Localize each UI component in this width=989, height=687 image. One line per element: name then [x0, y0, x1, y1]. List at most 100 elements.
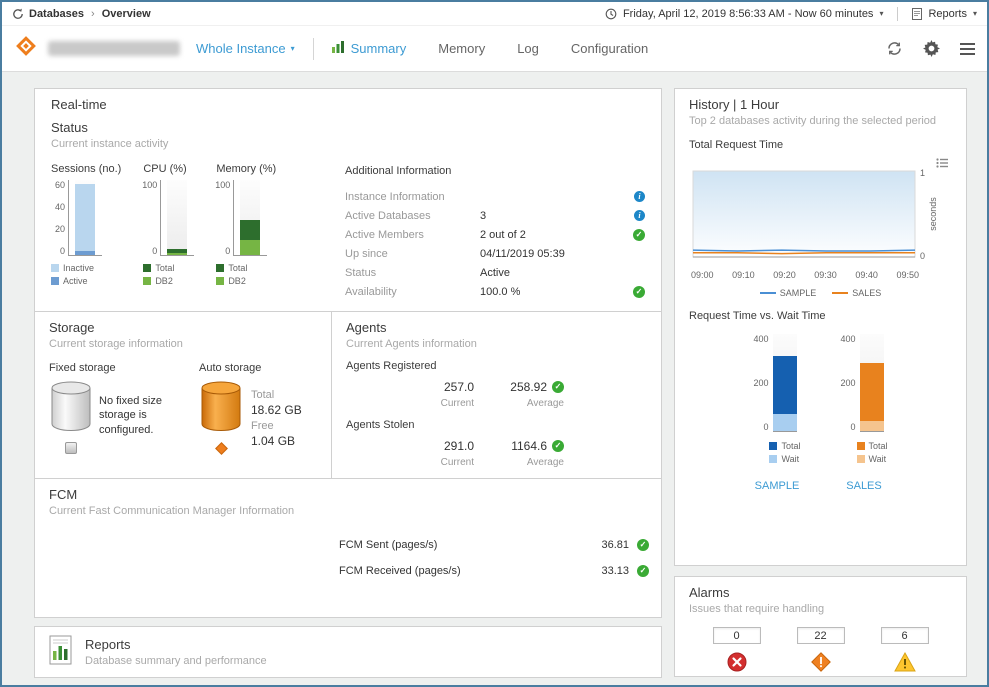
tab-label: Memory — [438, 41, 485, 56]
memory-chart[interactable]: Memory (%) 1000 Total DB2 — [216, 163, 276, 301]
y-axis: 4002000 — [841, 334, 860, 432]
chevron-down-icon: ▾ — [291, 44, 295, 53]
fatal-alarms: 0 — [713, 627, 761, 677]
tab-bar: Summary Memory Log Configuration — [332, 41, 649, 56]
legend-label: Total — [228, 263, 247, 273]
reports-icon — [49, 635, 75, 670]
clock-icon — [605, 8, 617, 20]
memory-legend: Total DB2 — [216, 263, 276, 286]
tab-label: Log — [517, 41, 539, 56]
left-column: Real-time Status Current instance activi… — [34, 88, 662, 677]
alarm-counts-row: 0 22 — [689, 627, 952, 677]
breadcrumb-item-databases[interactable]: Databases — [29, 8, 84, 20]
tab-configuration[interactable]: Configuration — [571, 41, 648, 56]
auto-storage-warning-icon — [215, 442, 228, 455]
fcm-panel: FCM Current Fast Communication Manager I… — [34, 478, 662, 618]
right-column: History | 1 Hour Top 2 databases activit… — [674, 88, 967, 677]
breadcrumb-separator: › — [91, 8, 95, 20]
alarms-panel: Alarms Issues that require handling 0 — [674, 576, 967, 677]
additional-information: Additional Information Instance Informat… — [345, 165, 645, 301]
sessions-chart[interactable]: Sessions (no.) 6040200 Inactive Active — [51, 163, 121, 301]
info-row-active-databases: Active Databases 3 — [345, 206, 645, 225]
tab-label: Summary — [351, 41, 407, 56]
breadcrumb: Databases › Overview — [12, 8, 151, 20]
info-icon[interactable] — [634, 210, 645, 221]
legend-swatch — [51, 277, 59, 285]
ok-status-icon — [552, 381, 564, 393]
panel-description: Issues that require handling — [689, 603, 952, 615]
sample-stacked-bar[interactable] — [773, 334, 797, 432]
agents-registered-label: Agents Registered — [346, 360, 647, 372]
scope-selector[interactable]: Whole Instance ▾ — [196, 41, 295, 56]
gear-icon[interactable] — [923, 40, 940, 57]
fatal-alarm-count[interactable]: 0 — [713, 627, 761, 644]
realtime-charts-row: Sessions (no.) 6040200 Inactive Active — [51, 163, 645, 301]
sales-database-link[interactable]: SALES — [841, 480, 888, 492]
panel-description: Database summary and performance — [85, 655, 267, 667]
fatal-icon[interactable] — [727, 652, 747, 677]
request-vs-wait-charts: 4002000 Total Wait SAMPLE — [689, 334, 952, 492]
legend-swatch — [769, 455, 777, 463]
panel-title: Storage — [49, 320, 317, 335]
cpu-legend: Total DB2 — [143, 263, 194, 286]
header: Whole Instance ▾ Summary Memory Log Conf… — [2, 26, 987, 72]
instance-logo-icon — [14, 34, 38, 63]
chevron-down-icon[interactable]: ▾ — [879, 9, 883, 18]
legend-swatch — [857, 455, 865, 463]
reports-menu[interactable]: Reports — [928, 8, 967, 20]
divider — [897, 7, 898, 21]
svg-text:0: 0 — [920, 251, 925, 261]
cpu-plot — [160, 180, 194, 256]
legend-swatch — [857, 442, 865, 450]
history-back-icon[interactable] — [12, 8, 24, 20]
tab-label: Configuration — [571, 41, 648, 56]
critical-alarm-count[interactable]: 22 — [797, 627, 845, 644]
warning-icon[interactable] — [894, 652, 916, 677]
x-axis: 09:0009:1009:2009:3009:4009:50 — [691, 270, 919, 280]
y-axis: 4002000 — [753, 334, 772, 432]
legend-swatch — [216, 264, 224, 272]
panel-description: Top 2 databases activity during the sele… — [689, 115, 952, 127]
cpu-chart[interactable]: CPU (%) 1000 Total DB2 — [143, 163, 194, 301]
legend-label: Total — [781, 441, 800, 451]
agents-stolen-values: 291.0 Current 1164.6 Average — [416, 439, 647, 468]
sales-stacked-bar[interactable] — [860, 334, 884, 432]
fcm-received-value: 33.13 — [601, 565, 629, 577]
warning-alarm-count[interactable]: 6 — [881, 627, 929, 644]
legend-label: Total — [869, 441, 888, 451]
sales-legend: Total Wait — [857, 441, 888, 464]
summary-chart-icon — [332, 41, 345, 56]
tab-summary[interactable]: Summary — [332, 41, 407, 56]
total-request-time-chart[interactable]: 1 0 seconds 09:0009:1009:2009:3009:4009:… — [689, 165, 952, 298]
tab-log[interactable]: Log — [517, 41, 539, 56]
realtime-panel: Real-time Status Current instance activi… — [34, 88, 662, 312]
info-icon[interactable] — [634, 191, 645, 202]
report-icon — [912, 8, 922, 20]
legend-label: Total — [155, 263, 174, 273]
memory-plot — [233, 180, 267, 256]
auto-storage-values: Total 18.62 GB Free 1.04 GB — [251, 386, 302, 453]
legend-label: Wait — [781, 454, 799, 464]
chevron-down-icon[interactable]: ▾ — [973, 9, 977, 18]
timerange-selector[interactable]: Friday, April 12, 2019 8:56:33 AM - Now … — [623, 8, 873, 20]
ok-status-icon — [637, 539, 649, 551]
reports-panel[interactable]: Reports Database summary and performance — [34, 626, 662, 678]
status-heading: Status — [51, 120, 645, 135]
panel-title: Reports — [85, 637, 267, 652]
legend-label: DB2 — [228, 276, 246, 286]
chart-title: Sessions (no.) — [51, 163, 121, 175]
sessions-plot — [68, 180, 102, 256]
scope-label: Whole Instance — [196, 41, 286, 56]
history-panel: History | 1 Hour Top 2 databases activit… — [674, 88, 967, 566]
critical-icon[interactable] — [811, 652, 831, 677]
chart-title: Memory (%) — [216, 163, 276, 175]
refresh-icon[interactable] — [886, 40, 903, 57]
chart-options-icon[interactable] — [936, 155, 948, 173]
info-row-up-since: Up since 04/11/2019 05:39 — [345, 244, 645, 263]
topbar-controls: Friday, April 12, 2019 8:56:33 AM - Now … — [605, 7, 977, 21]
panel-title: FCM — [49, 487, 647, 502]
sample-database-link[interactable]: SAMPLE — [753, 480, 800, 492]
menu-icon[interactable] — [960, 43, 975, 55]
tab-memory[interactable]: Memory — [438, 41, 485, 56]
ok-status-icon — [633, 229, 645, 241]
